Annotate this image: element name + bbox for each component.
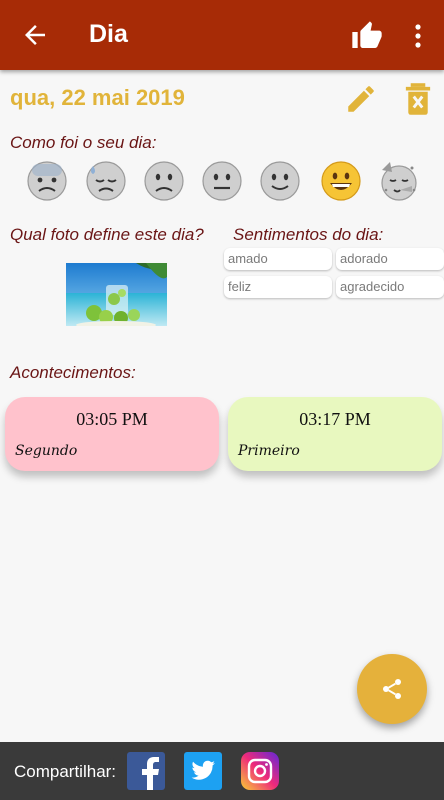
facebook-share-button[interactable] [127,752,165,790]
instagram-icon [241,752,279,790]
delete-icon [405,83,431,115]
feelings-label: Sentimentos do dia: [233,225,384,244]
feelings-chips: amado adorado feliz agradecido [224,248,444,300]
mood-frowning[interactable] [143,160,185,202]
app-bar: Dia [0,0,444,70]
mood-grinning[interactable] [320,160,362,202]
events-label: Acontecimentos: [10,363,136,382]
more-options-button[interactable] [408,22,428,50]
thumbs-up-icon [352,21,382,48]
delete-button[interactable] [403,82,433,116]
mood-label: Como foi o seu dia: [10,133,157,152]
feeling-chip[interactable]: amado [224,248,332,270]
twitter-icon [184,752,222,790]
feeling-chip[interactable]: adorado [336,248,444,270]
event-time: 03:05 PM [76,409,148,429]
day-date: qua, 22 mai 2019 [10,85,185,110]
share-icon [383,679,401,699]
facebook-icon [127,752,165,790]
partying-face-icon [381,162,417,201]
back-button[interactable] [20,20,50,50]
event-name: Segundo [15,443,78,459]
share-label: Compartilhar: [14,762,117,781]
anxious-face-icon [27,161,67,201]
event-card[interactable]: 03:17 PM Primeiro [228,397,442,471]
mood-selector [26,160,436,204]
event-time: 03:17 PM [299,409,371,429]
edit-button[interactable] [344,82,378,116]
event-card[interactable]: 03:05 PM Segundo [5,397,219,471]
share-bar: Compartilhar: [0,742,444,800]
mood-smiling[interactable] [259,160,301,202]
mood-anxious[interactable] [26,160,68,202]
downcast-face-icon [86,161,126,201]
neutral-face-icon [202,161,242,201]
slightly-smiling-face-icon [260,161,300,201]
instagram-share-button[interactable] [241,752,279,790]
photo-label: Qual foto define este dia? [10,225,204,244]
pencil-icon [348,86,374,112]
slightly-frowning-face-icon [144,161,184,201]
day-photo[interactable] [66,263,167,326]
mood-partying[interactable] [378,160,420,202]
share-fab[interactable] [357,654,427,724]
feeling-chip[interactable]: feliz [224,276,332,298]
like-button[interactable] [350,20,384,52]
mood-downcast[interactable] [85,160,127,202]
event-name: Primeiro [238,443,300,459]
page-title: Dia [89,20,128,48]
mood-neutral[interactable] [201,160,243,202]
lime-beach-photo [66,263,167,326]
arrow-back-icon [25,25,45,45]
more-vert-icon [415,24,421,48]
feeling-chip[interactable]: agradecido [336,276,444,298]
twitter-share-button[interactable] [184,752,222,790]
grinning-face-icon [321,161,361,201]
